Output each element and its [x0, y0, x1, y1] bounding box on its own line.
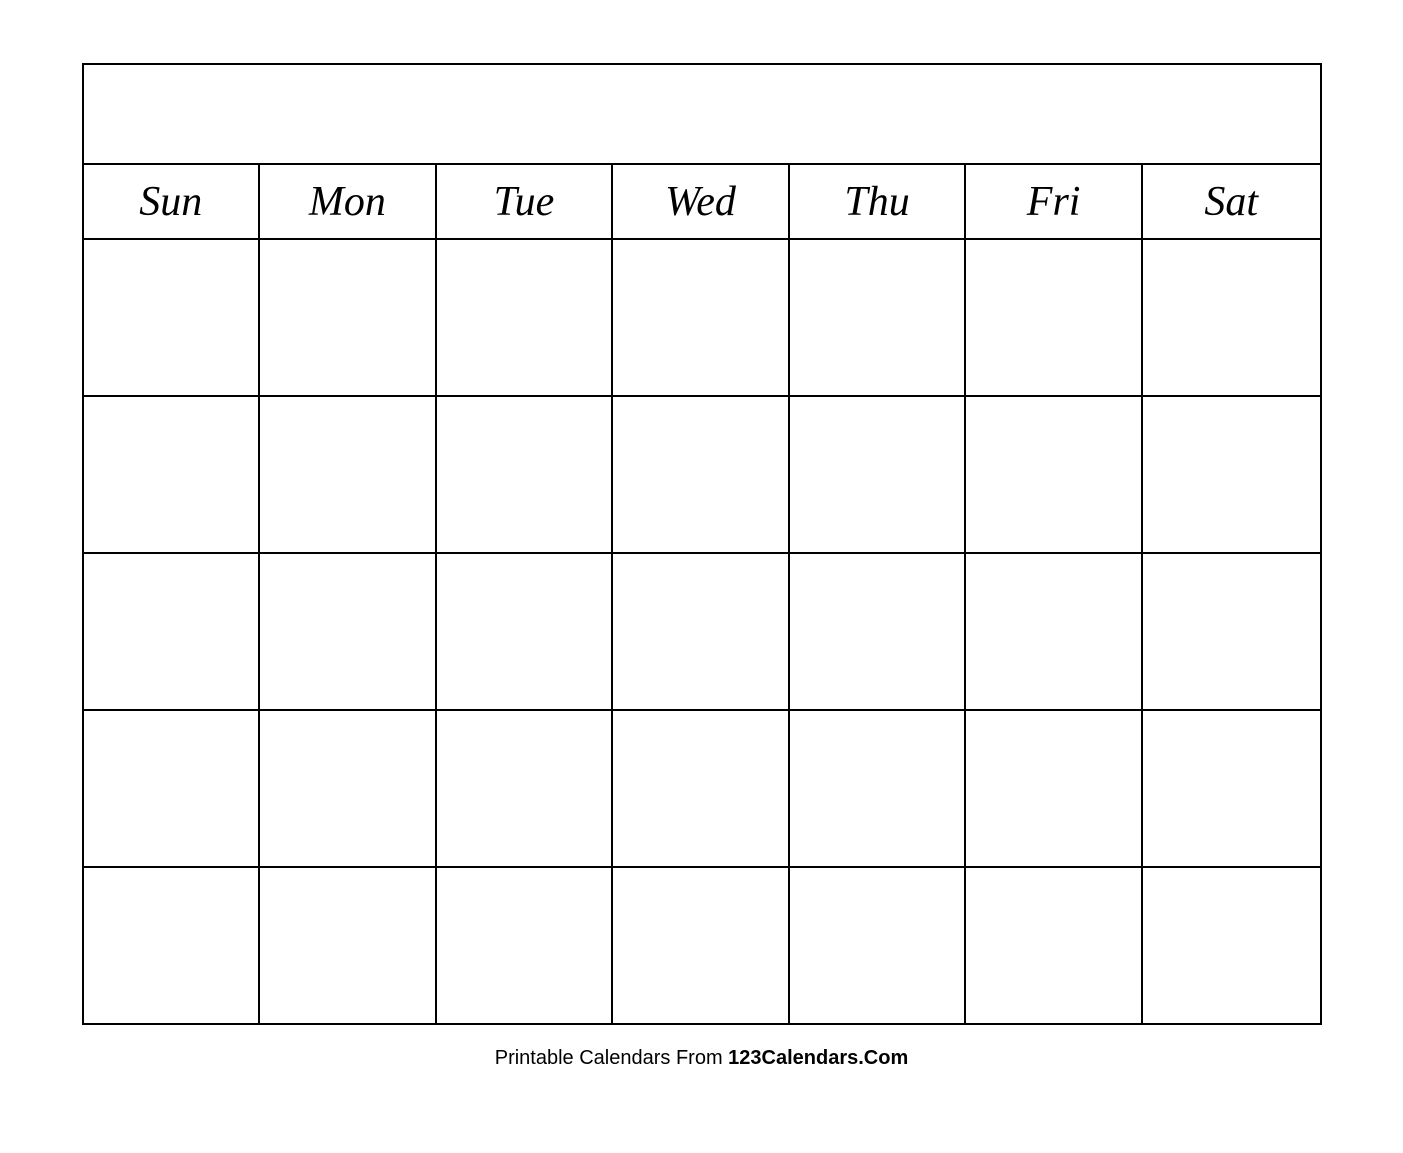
header-tue: Tue: [437, 165, 614, 238]
cell-2-7: [1143, 397, 1320, 552]
cell-1-4: [613, 240, 790, 395]
calendar-body: [84, 240, 1320, 1023]
cell-3-1: [84, 554, 261, 709]
cell-5-4: [613, 868, 790, 1023]
footer: Printable Calendars From 123Calendars.Co…: [82, 1047, 1322, 1070]
header-wed: Wed: [613, 165, 790, 238]
cell-1-5: [790, 240, 967, 395]
calendar-header: Sun Mon Tue Wed Thu Fri Sat: [84, 165, 1320, 240]
footer-text-bold: 123Calendars.Com: [728, 1047, 908, 1069]
cell-3-2: [260, 554, 437, 709]
cell-1-7: [1143, 240, 1320, 395]
cell-5-6: [966, 868, 1143, 1023]
calendar-row-5: [84, 868, 1320, 1023]
header-sat: Sat: [1143, 165, 1320, 238]
cell-4-5: [790, 711, 967, 866]
cell-5-2: [260, 868, 437, 1023]
calendar-row-4: [84, 711, 1320, 868]
page-wrapper: Sun Mon Tue Wed Thu Fri Sat: [52, 43, 1352, 1110]
cell-1-1: [84, 240, 261, 395]
header-mon: Mon: [260, 165, 437, 238]
cell-3-4: [613, 554, 790, 709]
cell-2-5: [790, 397, 967, 552]
cell-4-7: [1143, 711, 1320, 866]
cell-4-3: [437, 711, 614, 866]
cell-5-7: [1143, 868, 1320, 1023]
calendar-row-1: [84, 240, 1320, 397]
header-thu: Thu: [790, 165, 967, 238]
cell-4-4: [613, 711, 790, 866]
cell-5-5: [790, 868, 967, 1023]
calendar-title-row: [84, 65, 1320, 165]
header-fri: Fri: [966, 165, 1143, 238]
cell-3-3: [437, 554, 614, 709]
cell-4-2: [260, 711, 437, 866]
cell-2-4: [613, 397, 790, 552]
cell-2-1: [84, 397, 261, 552]
cell-4-1: [84, 711, 261, 866]
cell-3-7: [1143, 554, 1320, 709]
cell-1-2: [260, 240, 437, 395]
cell-1-3: [437, 240, 614, 395]
header-sun: Sun: [84, 165, 261, 238]
footer-text-normal: Printable Calendars From: [495, 1047, 728, 1069]
calendar-row-2: [84, 397, 1320, 554]
cell-5-3: [437, 868, 614, 1023]
cell-2-6: [966, 397, 1143, 552]
cell-2-3: [437, 397, 614, 552]
cell-3-6: [966, 554, 1143, 709]
cell-3-5: [790, 554, 967, 709]
calendar-row-3: [84, 554, 1320, 711]
calendar-container: Sun Mon Tue Wed Thu Fri Sat: [82, 63, 1322, 1025]
cell-5-1: [84, 868, 261, 1023]
cell-1-6: [966, 240, 1143, 395]
cell-2-2: [260, 397, 437, 552]
cell-4-6: [966, 711, 1143, 866]
